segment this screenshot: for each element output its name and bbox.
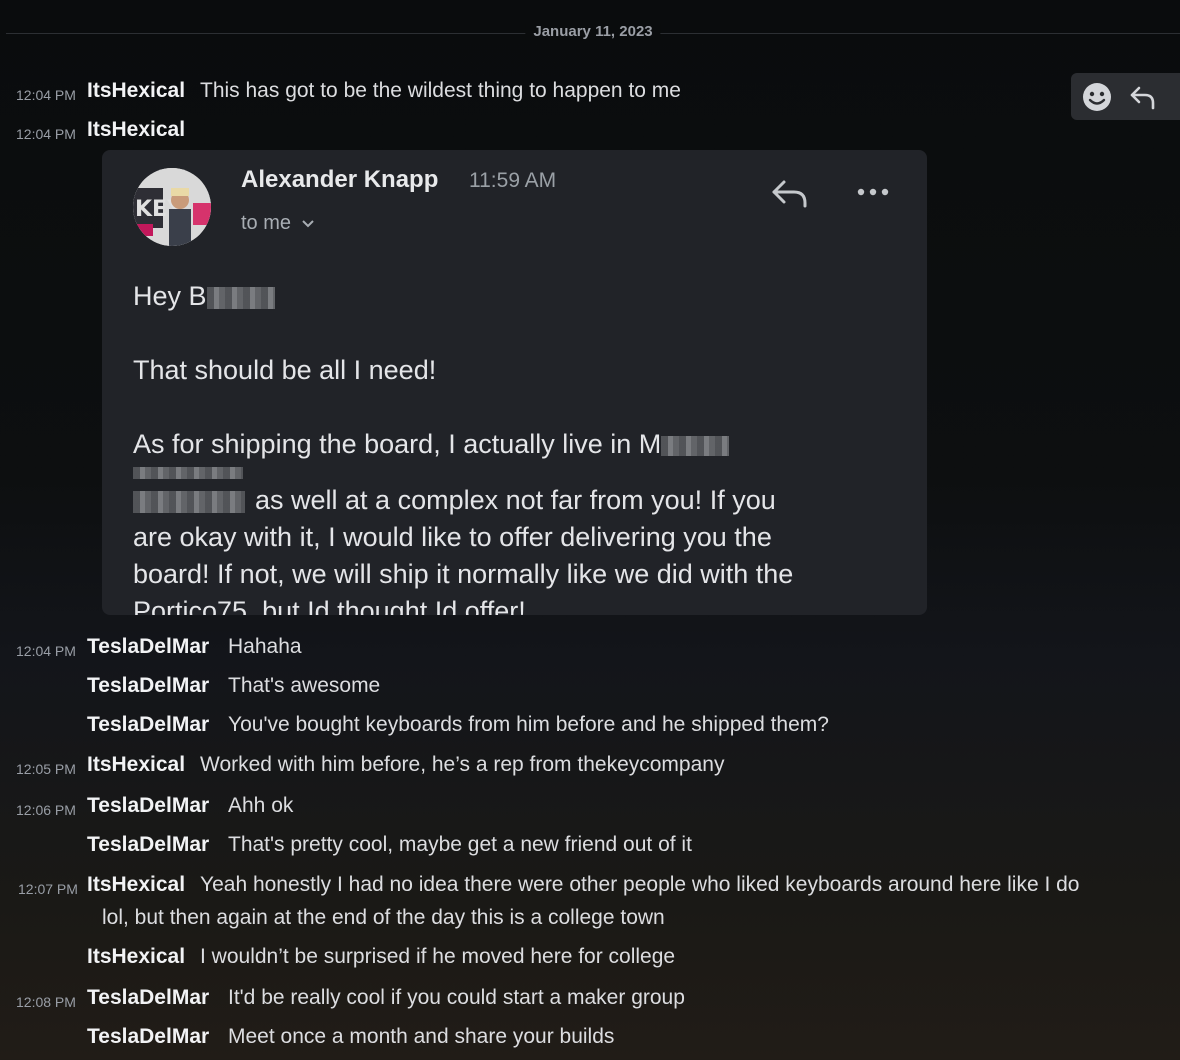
message-text: That's pretty cool, maybe get a new frie…	[228, 833, 692, 856]
message-author[interactable]: TeslaDelMar	[87, 832, 209, 858]
email-line: Portico75, but Id thought Id offer!	[133, 596, 526, 615]
email-greeting: Hey B	[133, 278, 903, 315]
message-author[interactable]: ItsHexical	[87, 752, 185, 778]
message-text: It'd be really cool if you could start a…	[228, 986, 685, 1009]
message-timestamp: 12:06 PM	[16, 802, 76, 818]
email-recipient-label: to me	[241, 212, 292, 234]
message-text: You've bought keyboards from him before …	[228, 713, 829, 736]
message-text: That's awesome	[228, 674, 381, 697]
email-sender: Alexander Knapp	[241, 166, 439, 193]
email-body: Hey B That should be all I need! As for …	[133, 278, 903, 615]
reply-icon[interactable]	[1127, 81, 1159, 113]
message-timestamp: 12:08 PM	[16, 994, 76, 1010]
message-text: Yeah honestly I had no idea there were o…	[200, 873, 1080, 896]
email-screenshot-attachment[interactable]: KEY Alexander Knapp 11:59 AM to me Hey B…	[102, 150, 927, 615]
message-author[interactable]: TeslaDelMar	[87, 634, 209, 660]
message-author[interactable]: ItsHexical	[87, 872, 185, 898]
email-line-text: as well at a complex not far from you! I…	[255, 485, 776, 515]
chevron-down-icon	[301, 220, 314, 228]
email-greeting-text: Hey B	[133, 281, 207, 311]
message: 12:07 PM ItsHexical Yeah honestly I had …	[0, 872, 1180, 932]
email-line: That should be all I need!	[133, 355, 437, 385]
redaction-blur	[206, 286, 275, 309]
email-time: 11:59 AM	[469, 169, 557, 192]
message-timestamp: 12:05 PM	[16, 761, 76, 777]
message-author[interactable]: TeslaDelMar	[87, 1024, 209, 1050]
message-text: I wouldn’t be surprised if he moved here…	[200, 945, 676, 968]
message-author[interactable]: TeslaDelMar	[87, 712, 209, 738]
date-divider: January 11, 2023	[6, 23, 1180, 40]
message-author[interactable]: TeslaDelMar	[87, 793, 209, 819]
message-text: Ahh ok	[228, 794, 294, 817]
email-line: As for shipping the board, I actually li…	[133, 426, 903, 463]
message-toolbar	[1071, 73, 1180, 120]
reply-icon[interactable]	[770, 176, 810, 210]
message-timestamp: 12:04 PM	[16, 87, 76, 103]
email-line: are okay with it, I would like to offer …	[133, 522, 772, 552]
date-divider-label: January 11, 2023	[525, 23, 661, 40]
message-text: Meet once a month and share your builds	[228, 1025, 615, 1048]
sender-avatar: KEY	[133, 168, 211, 246]
message-text: Worked with him before, he’s a rep from …	[200, 753, 725, 776]
avatar-photo: KEY	[133, 168, 211, 246]
emoji-icon[interactable]	[1081, 81, 1113, 113]
redaction-blur	[661, 435, 730, 456]
message-author[interactable]: TeslaDelMar	[87, 985, 209, 1011]
redaction-blur	[133, 467, 243, 479]
message-text-continuation: lol, but then again at the end of the da…	[102, 906, 665, 929]
message-timestamp: 12:04 PM	[16, 126, 76, 142]
message-author[interactable]: ItsHexical	[87, 117, 185, 143]
more-icon[interactable]	[855, 180, 891, 204]
email-line: as well at a complex not far from you! I…	[133, 482, 903, 519]
email-line: board! If not, we will ship it normally …	[133, 559, 794, 589]
message-timestamp: 12:04 PM	[16, 643, 76, 659]
message-timestamp: 12:07 PM	[18, 881, 78, 897]
message-text: Hahaha	[228, 635, 302, 658]
message-author[interactable]: ItsHexical	[87, 78, 185, 104]
email-recipient[interactable]: to me	[241, 212, 315, 235]
message-author[interactable]: TeslaDelMar	[87, 673, 209, 699]
email-line-text: As for shipping the board, I actually li…	[133, 429, 662, 459]
redaction-blur	[133, 490, 245, 513]
message-author[interactable]: ItsHexical	[87, 944, 185, 970]
message-text: This has got to be the wildest thing to …	[200, 79, 681, 102]
